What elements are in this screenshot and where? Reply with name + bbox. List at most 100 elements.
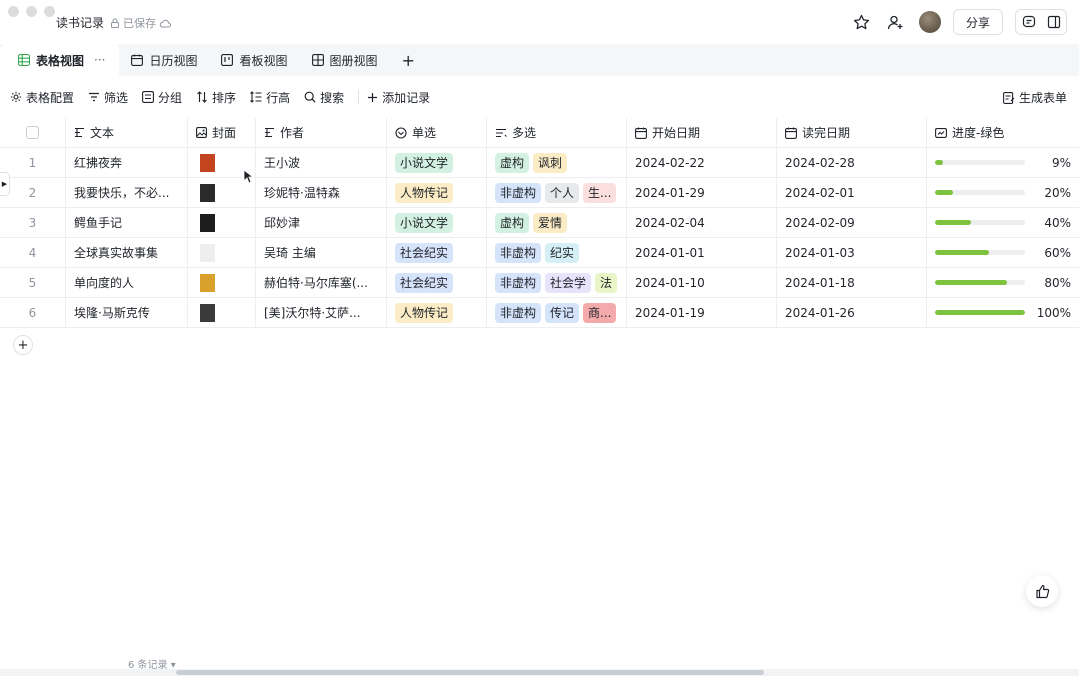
title-cell[interactable]: 我要快乐，不必... [66, 178, 188, 207]
cover-thumbnail[interactable] [200, 273, 215, 292]
close-window-button[interactable] [8, 6, 19, 17]
title-cell[interactable]: 鳄鱼手记 [66, 208, 188, 237]
multi-select-cell[interactable]: 虚构 讽刺 [487, 148, 627, 177]
title-cell[interactable]: 红拂夜奔 [66, 148, 188, 177]
progress-cell[interactable]: 9% [927, 148, 1079, 177]
panel-toggle-button[interactable] [1015, 9, 1067, 35]
add-view-button[interactable]: + [390, 51, 427, 70]
sidebar-icon[interactable] [1047, 15, 1061, 29]
table-row[interactable]: 6 埃隆·马斯克传 [美]沃尔特·艾萨... 人物传记 非虚构 传记 商... 2024-01… [0, 298, 1079, 328]
comment-icon[interactable] [1022, 15, 1036, 29]
scrollbar-thumb[interactable] [176, 670, 764, 675]
start-date-cell[interactable]: 2024-01-01 [627, 238, 777, 267]
column-header-multi-select[interactable]: 多选 [487, 118, 627, 147]
expand-sidebar-handle[interactable]: ▶ [0, 172, 10, 196]
avatar[interactable] [918, 11, 941, 33]
tab-kanban-view[interactable]: 看板视图 [209, 44, 299, 76]
column-header-single-select[interactable]: 单选 [387, 118, 487, 147]
column-header-progress[interactable]: 进度-绿色 [927, 118, 1079, 147]
title-cell[interactable]: 全球真实故事集 [66, 238, 188, 267]
single-select-cell[interactable]: 小说文学 [387, 208, 487, 237]
author-cell[interactable]: 吴琦 主编 [256, 238, 387, 267]
single-select-cell[interactable]: 人物传记 [387, 298, 487, 327]
more-icon[interactable]: ··· [94, 53, 105, 67]
cover-cell[interactable] [188, 298, 256, 327]
generate-form-button[interactable]: 生成表单 [1003, 89, 1067, 106]
end-date-cell[interactable]: 2024-02-01 [777, 178, 927, 207]
row-number[interactable]: 4 [0, 238, 66, 267]
row-number[interactable]: 6 [0, 298, 66, 327]
row-number[interactable]: 3 [0, 208, 66, 237]
title-cell[interactable]: 埃隆·马斯克传 [66, 298, 188, 327]
horizontal-scrollbar[interactable] [0, 669, 1079, 676]
multi-select-cell[interactable]: 虚构 爱情 [487, 208, 627, 237]
like-button[interactable] [1026, 575, 1058, 607]
column-header-start-date[interactable]: 开始日期 [627, 118, 777, 147]
table-config-button[interactable]: 表格配置 [10, 89, 74, 106]
end-date-cell[interactable]: 2024-02-28 [777, 148, 927, 177]
author-cell[interactable]: [美]沃尔特·艾萨... [256, 298, 387, 327]
add-row-button[interactable]: + [13, 335, 33, 355]
tab-calendar-view[interactable]: 日历视图 [119, 44, 209, 76]
end-date-cell[interactable]: 2024-01-03 [777, 238, 927, 267]
end-date-cell[interactable]: 2024-01-18 [777, 268, 927, 297]
add-record-button[interactable]: 添加记录 [367, 89, 430, 106]
multi-select-cell[interactable]: 非虚构 个人 生... [487, 178, 627, 207]
table-row[interactable]: 1 红拂夜奔 王小波 小说文学 虚构 讽刺 2024-02-22 2024-02-28 9% [0, 148, 1079, 178]
multi-select-cell[interactable]: 非虚构 传记 商... [487, 298, 627, 327]
document-title[interactable]: 读书记录 [56, 14, 104, 31]
column-header-author[interactable]: 作者 [256, 118, 387, 147]
author-cell[interactable]: 赫伯特·马尔库塞(... [256, 268, 387, 297]
progress-cell[interactable]: 80% [927, 268, 1079, 297]
column-header-cover[interactable]: 封面 [188, 118, 256, 147]
table-row[interactable]: 5 单向度的人 赫伯特·马尔库塞(... 社会纪实 非虚构 社会学法 2024-01-10 2… [0, 268, 1079, 298]
filter-button[interactable]: 筛选 [88, 89, 128, 106]
share-button[interactable]: 分享 [952, 9, 1003, 35]
maximize-window-button[interactable] [44, 6, 55, 17]
cover-cell[interactable] [188, 238, 256, 267]
tab-table-view[interactable]: 表格视图 ··· [0, 44, 120, 76]
group-button[interactable]: 分组 [142, 89, 182, 106]
cover-thumbnail[interactable] [200, 303, 215, 322]
multi-select-cell[interactable]: 非虚构 纪实 [487, 238, 627, 267]
single-select-cell[interactable]: 社会纪实 [387, 268, 487, 297]
start-date-cell[interactable]: 2024-01-29 [627, 178, 777, 207]
author-cell[interactable]: 王小波 [256, 148, 387, 177]
title-cell[interactable]: 单向度的人 [66, 268, 188, 297]
start-date-cell[interactable]: 2024-01-10 [627, 268, 777, 297]
star-icon[interactable] [851, 11, 873, 33]
multi-select-cell[interactable]: 非虚构 社会学法 [487, 268, 627, 297]
table-row[interactable]: 4 全球真实故事集 吴琦 主编 社会纪实 非虚构 纪实 2024-01-01 2024-01-… [0, 238, 1079, 268]
row-number[interactable]: 5 [0, 268, 66, 297]
cover-cell[interactable] [188, 268, 256, 297]
table-row[interactable]: 2 我要快乐，不必... 珍妮特·温特森 人物传记 非虚构 个人 生... 2024-01-2… [0, 178, 1079, 208]
cover-thumbnail[interactable] [200, 153, 215, 172]
tab-gallery-view[interactable]: 图册视图 [300, 44, 390, 76]
search-button[interactable]: 搜索 [304, 89, 344, 106]
minimize-window-button[interactable] [26, 6, 37, 17]
row-height-button[interactable]: 行高 [250, 89, 290, 106]
select-all-cell[interactable] [0, 118, 66, 147]
cover-thumbnail[interactable] [200, 213, 215, 232]
author-cell[interactable]: 珍妮特·温特森 [256, 178, 387, 207]
single-select-cell[interactable]: 人物传记 [387, 178, 487, 207]
column-header-text[interactable]: 文本 [66, 118, 188, 147]
cover-cell[interactable] [188, 208, 256, 237]
progress-cell[interactable]: 60% [927, 238, 1079, 267]
start-date-cell[interactable]: 2024-02-04 [627, 208, 777, 237]
progress-cell[interactable]: 20% [927, 178, 1079, 207]
cover-thumbnail[interactable] [200, 243, 215, 262]
start-date-cell[interactable]: 2024-02-22 [627, 148, 777, 177]
progress-cell[interactable]: 100% [927, 298, 1079, 327]
end-date-cell[interactable]: 2024-02-09 [777, 208, 927, 237]
end-date-cell[interactable]: 2024-01-26 [777, 298, 927, 327]
start-date-cell[interactable]: 2024-01-19 [627, 298, 777, 327]
table-row[interactable]: 3 鳄鱼手记 邱妙津 小说文学 虚构 爱情 2024-02-04 2024-02-09 40% [0, 208, 1079, 238]
cover-thumbnail[interactable] [200, 183, 215, 202]
progress-cell[interactable]: 40% [927, 208, 1079, 237]
author-cell[interactable]: 邱妙津 [256, 208, 387, 237]
row-number[interactable]: 1 [0, 148, 66, 177]
add-collaborator-icon[interactable] [885, 11, 907, 33]
column-header-end-date[interactable]: 读完日期 [777, 118, 927, 147]
single-select-cell[interactable]: 社会纪实 [387, 238, 487, 267]
